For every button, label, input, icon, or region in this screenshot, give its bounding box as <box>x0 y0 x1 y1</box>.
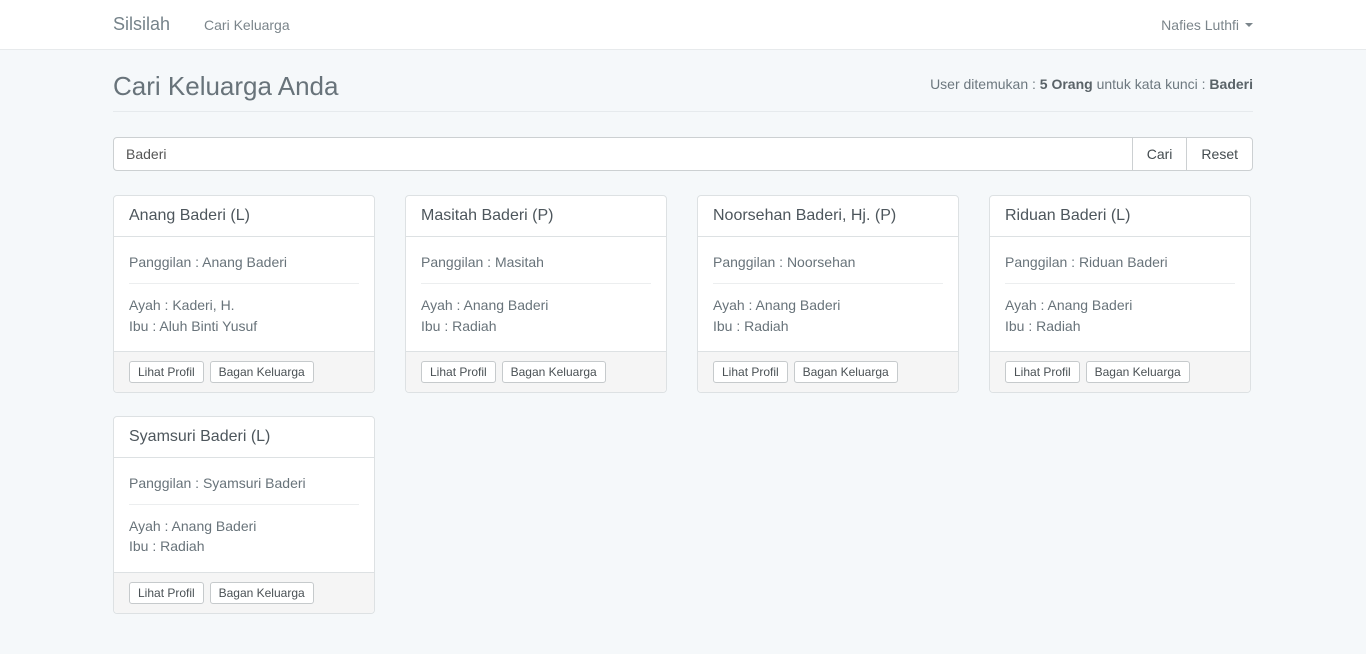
card-panggilan: Panggilan : Masitah <box>421 252 651 272</box>
card-ayah: Ayah : Kaderi, H. <box>129 295 359 315</box>
card-ibu: Ibu : Aluh Binti Yusuf <box>129 316 359 336</box>
card-panggilan: Panggilan : Anang Baderi <box>129 252 359 272</box>
card-title: Riduan Baderi (L) <box>1005 207 1235 225</box>
card-footer: Lihat Profil Bagan Keluarga <box>406 351 666 392</box>
chevron-down-icon <box>1245 23 1253 27</box>
person-card: Syamsuri Baderi (L) Panggilan : Syamsuri… <box>113 416 375 614</box>
card-ibu: Ibu : Radiah <box>129 536 359 556</box>
card-header: Noorsehan Baderi, Hj. (P) <box>698 196 958 237</box>
card-title: Syamsuri Baderi (L) <box>129 428 359 446</box>
brand-link[interactable]: Silsilah <box>113 14 170 35</box>
page-header: Cari Keluarga Anda User ditemukan : 5 Or… <box>113 73 1253 112</box>
card-header: Masitah Baderi (P) <box>406 196 666 237</box>
card-divider <box>421 283 651 284</box>
result-summary: User ditemukan : 5 Orang untuk kata kunc… <box>930 76 1253 92</box>
card-ayah: Ayah : Anang Baderi <box>1005 295 1235 315</box>
bagan-keluarga-button[interactable]: Bagan Keluarga <box>210 361 314 383</box>
summary-keyword: Baderi <box>1209 76 1253 92</box>
user-dropdown[interactable]: Nafies Luthfi <box>1161 17 1253 33</box>
lihat-profil-button[interactable]: Lihat Profil <box>713 361 788 383</box>
navbar: Silsilah Cari Keluarga Nafies Luthfi <box>0 0 1366 50</box>
card-body: Panggilan : Masitah Ayah : Anang Baderi … <box>406 237 666 351</box>
card-panggilan: Panggilan : Syamsuri Baderi <box>129 473 359 493</box>
user-name: Nafies Luthfi <box>1161 17 1239 33</box>
main-content: Cari Keluarga Anda User ditemukan : 5 Or… <box>113 73 1253 614</box>
results-grid: Anang Baderi (L) Panggilan : Anang Bader… <box>113 195 1253 614</box>
card-body: Panggilan : Noorsehan Ayah : Anang Bader… <box>698 237 958 351</box>
card-ayah: Ayah : Anang Baderi <box>421 295 651 315</box>
card-ibu: Ibu : Radiah <box>713 316 943 336</box>
lihat-profil-button[interactable]: Lihat Profil <box>1005 361 1080 383</box>
card-footer: Lihat Profil Bagan Keluarga <box>114 351 374 392</box>
reset-button[interactable]: Reset <box>1186 137 1253 171</box>
lihat-profil-button[interactable]: Lihat Profil <box>421 361 496 383</box>
card-body: Panggilan : Syamsuri Baderi Ayah : Anang… <box>114 458 374 572</box>
bagan-keluarga-button[interactable]: Bagan Keluarga <box>210 582 314 604</box>
nav-item-cari-keluarga[interactable]: Cari Keluarga <box>204 17 290 33</box>
card-divider <box>713 283 943 284</box>
card-divider <box>1005 283 1235 284</box>
summary-prefix: User ditemukan : <box>930 76 1040 92</box>
summary-middle: untuk kata kunci : <box>1093 76 1210 92</box>
card-body: Panggilan : Anang Baderi Ayah : Kaderi, … <box>114 237 374 351</box>
card-header: Syamsuri Baderi (L) <box>114 417 374 458</box>
card-ibu: Ibu : Radiah <box>421 316 651 336</box>
bagan-keluarga-button[interactable]: Bagan Keluarga <box>502 361 606 383</box>
card-header: Riduan Baderi (L) <box>990 196 1250 237</box>
card-title: Noorsehan Baderi, Hj. (P) <box>713 207 943 225</box>
page-title: Cari Keluarga Anda <box>113 73 338 99</box>
search-input[interactable] <box>113 137 1133 171</box>
lihat-profil-button[interactable]: Lihat Profil <box>129 582 204 604</box>
card-ayah: Ayah : Anang Baderi <box>129 516 359 536</box>
lihat-profil-button[interactable]: Lihat Profil <box>129 361 204 383</box>
person-card: Anang Baderi (L) Panggilan : Anang Bader… <box>113 195 375 393</box>
card-panggilan: Panggilan : Noorsehan <box>713 252 943 272</box>
card-ibu: Ibu : Radiah <box>1005 316 1235 336</box>
summary-count: 5 Orang <box>1040 76 1093 92</box>
search-bar: Cari Reset <box>113 137 1253 171</box>
person-card: Masitah Baderi (P) Panggilan : Masitah A… <box>405 195 667 393</box>
card-title: Masitah Baderi (P) <box>421 207 651 225</box>
cari-button[interactable]: Cari <box>1132 137 1188 171</box>
bagan-keluarga-button[interactable]: Bagan Keluarga <box>1086 361 1190 383</box>
card-title: Anang Baderi (L) <box>129 207 359 225</box>
card-header: Anang Baderi (L) <box>114 196 374 237</box>
card-footer: Lihat Profil Bagan Keluarga <box>698 351 958 392</box>
card-footer: Lihat Profil Bagan Keluarga <box>114 572 374 613</box>
person-card: Noorsehan Baderi, Hj. (P) Panggilan : No… <box>697 195 959 393</box>
card-body: Panggilan : Riduan Baderi Ayah : Anang B… <box>990 237 1250 351</box>
bagan-keluarga-button[interactable]: Bagan Keluarga <box>794 361 898 383</box>
card-panggilan: Panggilan : Riduan Baderi <box>1005 252 1235 272</box>
card-divider <box>129 504 359 505</box>
card-ayah: Ayah : Anang Baderi <box>713 295 943 315</box>
person-card: Riduan Baderi (L) Panggilan : Riduan Bad… <box>989 195 1251 393</box>
card-divider <box>129 283 359 284</box>
card-footer: Lihat Profil Bagan Keluarga <box>990 351 1250 392</box>
